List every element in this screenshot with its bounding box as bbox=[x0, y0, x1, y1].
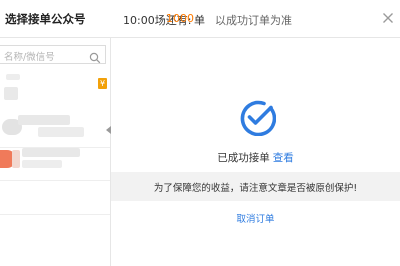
close-icon[interactable] bbox=[380, 10, 396, 26]
quota-count: 1000 bbox=[166, 12, 194, 25]
divider bbox=[0, 214, 110, 215]
account-item[interactable] bbox=[0, 109, 110, 142]
check-circle-icon bbox=[238, 98, 277, 137]
dialog-header: 选择接单公众号 10:00场还有: 1000 单 以成功订单为准 bbox=[0, 0, 400, 38]
dialog-title: 选择接单公众号 bbox=[5, 12, 86, 26]
account-item[interactable] bbox=[0, 73, 110, 109]
view-link[interactable]: 查看 bbox=[273, 152, 294, 164]
account-sidebar: 名称/微信号 ¥ bbox=[0, 38, 111, 266]
cancel-order-link[interactable]: 取消订单 bbox=[111, 211, 400, 225]
search-icon[interactable] bbox=[89, 49, 101, 64]
account-name bbox=[22, 148, 80, 157]
notice-text: 为了保障您的收益，请注意文章是否被原创保护! bbox=[153, 183, 358, 194]
quota-unit: 单 bbox=[194, 14, 205, 27]
account-name bbox=[18, 115, 70, 125]
account-avatar bbox=[4, 87, 18, 100]
notice-bar: 为了保障您的收益，请注意文章是否被原创保护! bbox=[111, 172, 400, 201]
search-input[interactable]: 名称/微信号 bbox=[0, 45, 106, 64]
divider bbox=[0, 180, 110, 181]
status-text: 已成功接单 bbox=[217, 152, 270, 164]
quota-note: 以成功订单为准 bbox=[215, 14, 292, 27]
result-panel: 已成功接单 查看 为了保障您的收益，请注意文章是否被原创保护! 取消订单 bbox=[111, 38, 400, 266]
search-placeholder: 名称/微信号 bbox=[4, 52, 55, 63]
yuan-badge-icon: ¥ bbox=[98, 78, 107, 89]
account-name bbox=[38, 127, 84, 137]
account-name bbox=[6, 74, 20, 80]
account-item[interactable] bbox=[0, 142, 110, 176]
status-line: 已成功接单 查看 bbox=[111, 150, 400, 165]
account-name bbox=[22, 160, 62, 168]
account-avatar bbox=[12, 150, 20, 168]
